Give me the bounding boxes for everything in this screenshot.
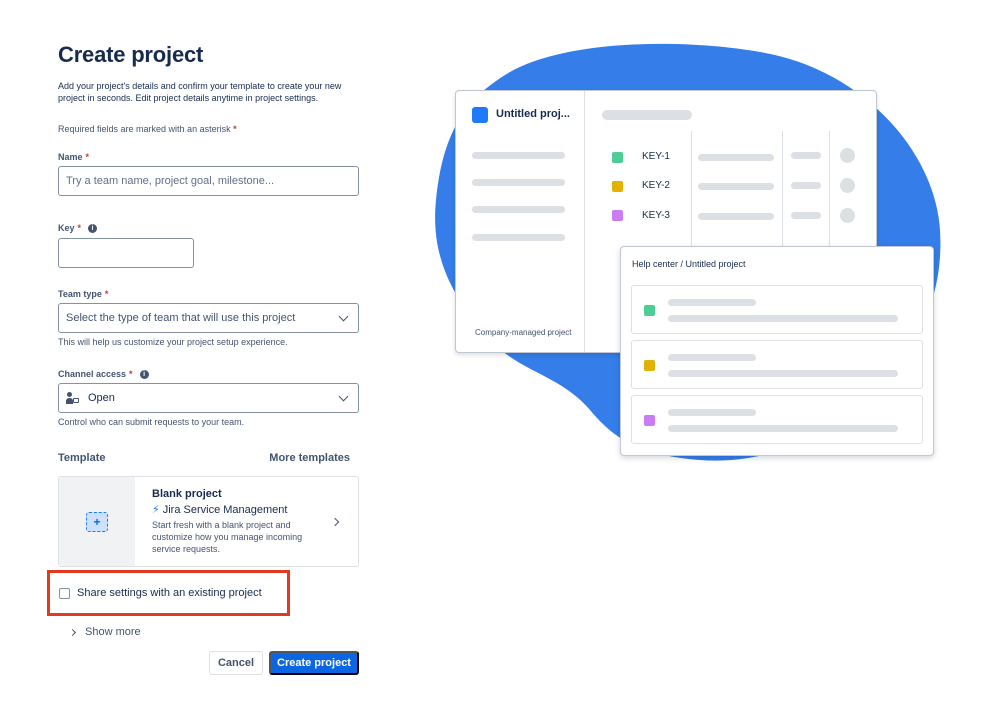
template-product: ⚡ Jira Service Management: [152, 503, 358, 517]
key-color-square: [612, 152, 623, 163]
template-product-text: Jira Service Management: [162, 503, 288, 516]
template-header: Template More templates: [58, 452, 350, 464]
request-card: [631, 395, 923, 444]
help-center-preview-window: Help center / Untitled project: [620, 246, 934, 456]
page-intro: Add your project's details and confirm y…: [58, 81, 342, 103]
channel-access-label-text: Channel access: [58, 369, 127, 379]
more-templates-link[interactable]: More templates: [269, 452, 350, 464]
placeholder-bar: [668, 425, 898, 432]
preview-project-name: Untitled proj...: [496, 108, 570, 120]
placeholder-bar: [698, 213, 774, 220]
info-icon[interactable]: i: [88, 223, 98, 233]
preview-divider: [584, 91, 585, 352]
share-settings-checkbox[interactable]: [59, 587, 70, 599]
template-label: Template: [58, 452, 106, 464]
placeholder-bar: [668, 315, 898, 322]
template-card-blank-project[interactable]: + Blank project ⚡ Jira Service Managemen…: [58, 476, 359, 567]
placeholder-bar: [668, 370, 898, 377]
info-icon[interactable]: i: [139, 369, 149, 379]
template-description: Start fresh with a blank project and cus…: [152, 520, 303, 554]
create-project-button[interactable]: Create project: [269, 651, 359, 675]
key-label: Key * i: [58, 223, 98, 233]
channel-access-helper: Control who can submit requests to your …: [58, 417, 245, 427]
placeholder-bar: [791, 212, 821, 219]
required-fields-note: Required fields are marked with an aster…: [58, 124, 237, 134]
required-asterisk: *: [129, 369, 133, 379]
placeholder-bar: [668, 409, 756, 416]
help-center-breadcrumb: Help center / Untitled project: [632, 259, 746, 269]
chevron-right-icon: [330, 517, 340, 527]
channel-access-value: Open: [66, 392, 115, 404]
key-field[interactable]: [58, 238, 194, 268]
key-color-square: [612, 181, 623, 192]
placeholder-bar: [791, 182, 821, 189]
placeholder-bar: [791, 152, 821, 159]
template-name: Blank project: [152, 488, 222, 500]
key-color-square: [612, 210, 623, 221]
channel-access-label: Channel access * i: [58, 369, 149, 379]
placeholder-bar: [698, 183, 774, 190]
project-avatar-icon: [472, 107, 488, 123]
team-type-label: Team type *: [58, 289, 108, 299]
request-color-square: [644, 415, 655, 426]
cancel-button[interactable]: Cancel: [209, 651, 263, 675]
page-title: Create project: [58, 42, 204, 67]
team-type-label-text: Team type: [58, 289, 102, 299]
share-settings-checkbox-row[interactable]: Share settings with an existing project: [59, 587, 262, 599]
chevron-right-icon: [68, 628, 77, 636]
request-color-square: [644, 305, 655, 316]
key-label-text: Key: [58, 223, 75, 233]
request-color-square: [644, 360, 655, 371]
template-thumbnail: +: [59, 477, 135, 566]
request-card: [631, 285, 923, 334]
placeholder-bar: [472, 234, 565, 241]
chevron-down-icon: [338, 391, 349, 401]
placeholder-bar: [472, 152, 565, 159]
key-label: KEY-3: [642, 210, 670, 221]
column-separator: [691, 131, 692, 281]
avatar-placeholder: [840, 208, 855, 223]
placeholder-bar: [472, 179, 565, 186]
plus-icon: +: [86, 511, 108, 532]
key-label: KEY-2: [642, 180, 670, 191]
team-type-helper: This will help us customize your project…: [58, 337, 288, 347]
avatar-placeholder: [840, 148, 855, 163]
required-asterisk: *: [85, 152, 90, 162]
show-more-label: Show more: [85, 626, 141, 638]
template-card-body: Blank project ⚡ Jira Service Management …: [135, 477, 358, 566]
team-type-placeholder: Select the type of team that will use th…: [66, 312, 296, 324]
required-asterisk: *: [233, 124, 237, 134]
required-asterisk: *: [104, 289, 109, 299]
person-lock-icon: [66, 392, 80, 404]
placeholder-bar: [698, 154, 774, 161]
column-separator: [829, 131, 830, 281]
required-asterisk: *: [77, 223, 82, 233]
channel-access-select[interactable]: Open: [58, 383, 359, 413]
preview-footer-label: Company-managed project: [475, 328, 572, 337]
chevron-down-icon: [338, 311, 349, 321]
share-settings-label: Share settings with an existing project: [77, 587, 262, 599]
required-note-text: Required fields are marked with an aster…: [58, 124, 231, 134]
channel-access-value-text: Open: [88, 392, 115, 404]
project-preview-window: Untitled proj... Company-managed project…: [455, 90, 877, 353]
jira-lightning-icon: ⚡: [152, 504, 160, 516]
placeholder-bar: [668, 299, 756, 306]
request-card: [631, 340, 923, 389]
name-label-text: Name: [58, 152, 83, 162]
avatar-placeholder: [840, 178, 855, 193]
name-field[interactable]: Try a team name, project goal, milestone…: [58, 166, 359, 196]
name-field-placeholder: Try a team name, project goal, milestone…: [66, 175, 275, 187]
placeholder-bar: [668, 354, 756, 361]
name-label: Name *: [58, 152, 89, 162]
placeholder-bar: [602, 110, 692, 120]
team-type-select[interactable]: Select the type of team that will use th…: [58, 303, 359, 333]
placeholder-bar: [472, 206, 565, 213]
key-label: KEY-1: [642, 151, 670, 162]
show-more-toggle[interactable]: Show more: [68, 626, 141, 638]
column-separator: [782, 131, 783, 281]
